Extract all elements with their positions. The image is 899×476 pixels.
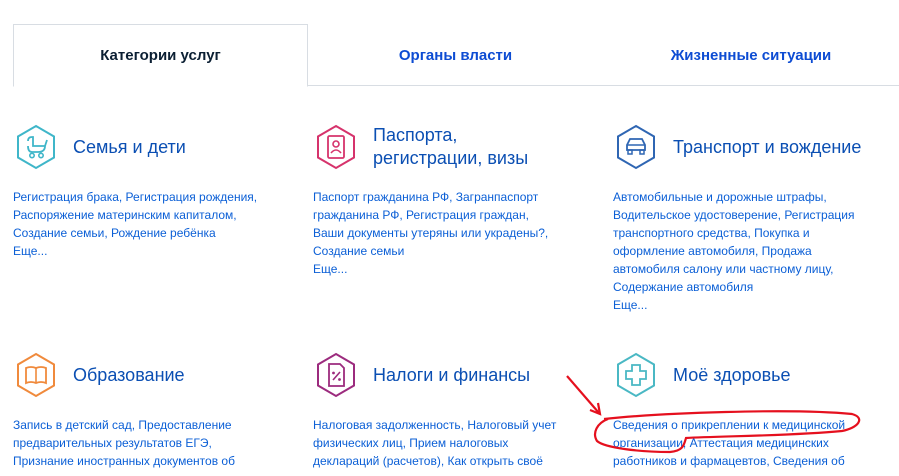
tab-service-categories[interactable]: Категории услуг xyxy=(13,24,308,87)
service-link[interactable]: физических лиц, Прием налоговых xyxy=(313,436,508,450)
category-transport: Транспорт и вождение Автомобильные и дор… xyxy=(613,123,883,314)
service-link[interactable]: Содержание автомобиля xyxy=(613,280,753,294)
category-links: Сведения о прикреплении к медицинской ор… xyxy=(613,416,883,470)
category-header[interactable]: Транспорт и вождение xyxy=(613,123,883,171)
category-title: Транспорт и вождение xyxy=(673,136,862,157)
category-links: Паспорт гражданина РФ, Загранпаспорт гра… xyxy=(313,188,583,278)
service-link[interactable]: организации, Аттестация медицинских xyxy=(613,436,829,450)
category-passports: Паспорта, регистрации, визы Паспорт граж… xyxy=(313,123,583,278)
service-link[interactable]: гражданина РФ, Регистрация граждан, xyxy=(313,208,529,222)
service-link[interactable]: автомобиля салону или частному лицу, xyxy=(613,262,834,276)
category-taxes: Налоги и финансы Налоговая задолженность… xyxy=(313,351,583,470)
category-header[interactable]: Налоги и финансы xyxy=(313,351,583,399)
category-header[interactable]: Образование xyxy=(13,351,283,399)
category-header[interactable]: Семья и дети xyxy=(13,123,283,171)
service-link[interactable]: Распоряжение материнским капиталом, xyxy=(13,208,237,222)
service-link[interactable]: Создание семьи xyxy=(313,244,404,258)
tab-authorities[interactable]: Органы власти xyxy=(308,24,603,86)
tab-life-situations[interactable]: Жизненные ситуации xyxy=(603,24,899,86)
more-link[interactable]: Еще... xyxy=(613,296,883,314)
category-title: Моё здоровье xyxy=(673,364,791,385)
category-title-line: регистрации, визы xyxy=(373,148,529,168)
category-family: Семья и дети Регистрация брака, Регистра… xyxy=(13,123,283,260)
tax-document-icon xyxy=(317,352,355,398)
service-link[interactable]: Регистрация брака, Регистрация рождения, xyxy=(13,190,257,204)
service-link-medical-attachment[interactable]: Сведения о прикреплении к медицинской xyxy=(613,418,845,432)
service-link[interactable]: Ваши документы утеряны или украдены?, xyxy=(313,226,548,240)
category-links: Запись в детский сад, Предоставление пре… xyxy=(13,416,283,470)
category-health: Моё здоровье Сведения о прикреплении к м… xyxy=(613,351,883,470)
service-link[interactable]: Паспорт гражданина РФ, Загранпаспорт xyxy=(313,190,538,204)
service-link[interactable]: предварительных результатов ЕГЭ, xyxy=(13,436,212,450)
service-link[interactable]: работников и фармацевтов, Сведения об xyxy=(613,454,845,468)
category-links: Автомобильные и дорожные штрафы, Водител… xyxy=(613,188,883,314)
book-icon xyxy=(17,352,55,398)
service-link[interactable]: Признание иностранных документов об xyxy=(13,454,235,468)
more-link[interactable]: Еще... xyxy=(13,242,283,260)
service-link[interactable]: Водительское удостоверение, Регистрация xyxy=(613,208,854,222)
category-header[interactable]: Паспорта, регистрации, визы xyxy=(313,123,583,171)
service-link[interactable]: Запись в детский сад, Предоставление xyxy=(13,418,232,432)
service-link[interactable]: оформление автомобиля, Продажа xyxy=(613,244,812,258)
category-title: Семья и дети xyxy=(73,136,186,157)
service-link[interactable]: деклараций (расчетов), Как открыть своё xyxy=(313,454,543,468)
service-link[interactable]: Налоговая задолженность, Налоговый учет xyxy=(313,418,556,432)
car-icon xyxy=(617,124,655,170)
category-title: Образование xyxy=(73,364,185,385)
category-tabs: Категории услуг Органы власти Жизненные … xyxy=(13,24,899,87)
category-education: Образование Запись в детский сад, Предос… xyxy=(13,351,283,470)
category-title-line: Паспорта, xyxy=(373,125,458,145)
category-title: Паспорта, регистрации, визы xyxy=(373,124,528,170)
medical-cross-icon xyxy=(617,352,655,398)
passport-icon xyxy=(317,124,355,170)
baby-carriage-icon xyxy=(17,124,55,170)
category-links: Регистрация брака, Регистрация рождения,… xyxy=(13,188,283,260)
more-link[interactable]: Еще... xyxy=(313,260,583,278)
service-link[interactable]: Автомобильные и дорожные штрафы, xyxy=(613,190,827,204)
category-header[interactable]: Моё здоровье xyxy=(613,351,883,399)
service-link[interactable]: Создание семьи, Рождение ребёнка xyxy=(13,226,216,240)
category-title: Налоги и финансы xyxy=(373,364,531,385)
service-link[interactable]: транспортного средства, Покупка и xyxy=(613,226,810,240)
category-links: Налоговая задолженность, Налоговый учет … xyxy=(313,416,583,470)
